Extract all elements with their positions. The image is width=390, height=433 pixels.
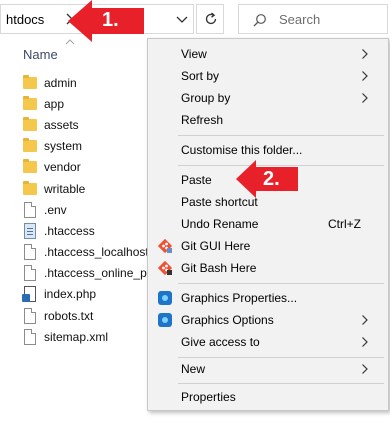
- menu-item-label: Customise this folder...: [181, 143, 303, 157]
- callout-number: 1.: [102, 9, 119, 31]
- menu-separator: [178, 283, 384, 284]
- menu-item-label: Group by: [181, 91, 231, 105]
- file-name: index.php: [44, 287, 97, 302]
- graphics-icon: [157, 312, 173, 328]
- column-header-name[interactable]: Name: [23, 47, 58, 62]
- menu-item-new[interactable]: New: [148, 358, 388, 380]
- file-name: .htaccess: [44, 223, 95, 238]
- callout-number: 2.: [263, 168, 280, 190]
- menu-item-graphics-options[interactable]: Graphics Options: [148, 309, 388, 331]
- file-name: app: [44, 96, 65, 111]
- menu-item-graphics-properties[interactable]: Graphics Properties...: [148, 287, 388, 309]
- menu-item-group-by[interactable]: Group by: [148, 87, 388, 109]
- file-name: .htaccess_localhost: [44, 245, 148, 260]
- callout-step-1: 1.: [68, 0, 144, 42]
- chevron-right-icon: [362, 364, 368, 374]
- file-icon: [22, 265, 38, 282]
- address-path[interactable]: htdocs: [6, 12, 44, 27]
- file-name: robots.txt: [44, 308, 94, 323]
- list-item[interactable]: .htaccess_localhost: [22, 242, 148, 263]
- list-item[interactable]: system: [22, 136, 148, 157]
- search-icon: [253, 14, 266, 27]
- file-name: writable: [44, 181, 86, 196]
- list-item[interactable]: writable: [22, 178, 148, 199]
- folder-icon: [22, 180, 38, 197]
- menu-item-label: Paste: [181, 173, 212, 187]
- menu-item-label: Refresh: [181, 113, 224, 127]
- chevron-right-icon: [362, 315, 368, 325]
- chevron-down-icon[interactable]: [175, 12, 189, 26]
- menu-item-label: Graphics Options: [181, 313, 274, 327]
- menu-item-label: New: [181, 362, 206, 376]
- menu-item-label: Give access to: [181, 335, 260, 349]
- menu-separator: [178, 383, 384, 384]
- search-placeholder: Search: [279, 12, 321, 27]
- callout-step-2: 2.: [236, 160, 298, 198]
- menu-item-shortcut: Ctrl+Z: [328, 217, 361, 231]
- list-item[interactable]: .htaccess_online_ph: [22, 263, 148, 284]
- chevron-right-icon: [362, 93, 368, 103]
- file-name: admin: [44, 75, 77, 90]
- php-file-icon: [22, 286, 38, 303]
- menu-item-git-gui[interactable]: Git GUI Here: [148, 235, 388, 257]
- file-list: admin app assets system vendor writable …: [22, 72, 148, 347]
- folder-icon: [22, 159, 38, 175]
- file-icon: [22, 307, 38, 324]
- menu-item-label: Git Bash Here: [181, 261, 257, 275]
- graphics-icon: [157, 290, 173, 306]
- list-item[interactable]: assets: [22, 114, 148, 135]
- menu-item-label: Git GUI Here: [181, 239, 251, 253]
- list-item[interactable]: admin: [22, 72, 148, 93]
- list-item[interactable]: .htaccess: [22, 220, 148, 241]
- git-bash-icon: [157, 260, 173, 276]
- git-gui-icon: [157, 238, 173, 254]
- context-menu: View Sort by Group by Refresh Customise …: [147, 38, 389, 411]
- menu-item-label: Undo Rename: [181, 217, 259, 231]
- menu-separator: [178, 135, 384, 136]
- file-name: .env: [44, 202, 67, 217]
- menu-item-label: View: [181, 47, 207, 61]
- menu-item-sort-by[interactable]: Sort by: [148, 65, 388, 87]
- search-input[interactable]: Search: [238, 4, 388, 34]
- file-icon: [22, 201, 38, 218]
- file-name: .htaccess_online_ph: [44, 266, 148, 281]
- file-name: vendor: [44, 160, 81, 175]
- menu-item-properties[interactable]: Properties: [148, 386, 388, 408]
- htaccess-file-icon: [22, 222, 38, 239]
- list-item[interactable]: .env: [22, 199, 148, 220]
- folder-icon: [22, 138, 38, 154]
- menu-item-give-access[interactable]: Give access to: [148, 331, 388, 353]
- file-icon: [22, 244, 38, 261]
- menu-item-view[interactable]: View: [148, 43, 388, 65]
- file-name: sitemap.xml: [44, 329, 109, 344]
- list-item[interactable]: app: [22, 93, 148, 114]
- chevron-right-icon: [362, 49, 368, 59]
- list-item[interactable]: sitemap.xml: [22, 326, 148, 347]
- file-icon: [22, 328, 38, 345]
- menu-item-refresh[interactable]: Refresh: [148, 109, 388, 131]
- file-name: system: [44, 139, 83, 154]
- refresh-button[interactable]: [196, 4, 224, 34]
- file-name: assets: [44, 117, 79, 132]
- menu-item-undo-rename[interactable]: Undo Rename Ctrl+Z: [148, 213, 388, 235]
- chevron-right-icon: [362, 71, 368, 81]
- folder-icon: [22, 74, 38, 91]
- menu-item-label: Sort by: [181, 69, 220, 83]
- folder-icon: [22, 95, 38, 112]
- menu-item-label: Graphics Properties...: [181, 291, 298, 305]
- menu-item-customise-folder[interactable]: Customise this folder...: [148, 139, 388, 161]
- chevron-right-icon: [362, 337, 368, 347]
- refresh-icon: [205, 12, 217, 25]
- list-item[interactable]: vendor: [22, 157, 148, 178]
- list-item[interactable]: robots.txt: [22, 305, 148, 326]
- list-item[interactable]: index.php: [22, 284, 148, 305]
- folder-icon: [22, 116, 38, 133]
- menu-item-label: Properties: [181, 390, 236, 404]
- menu-item-git-bash[interactable]: Git Bash Here: [148, 257, 388, 279]
